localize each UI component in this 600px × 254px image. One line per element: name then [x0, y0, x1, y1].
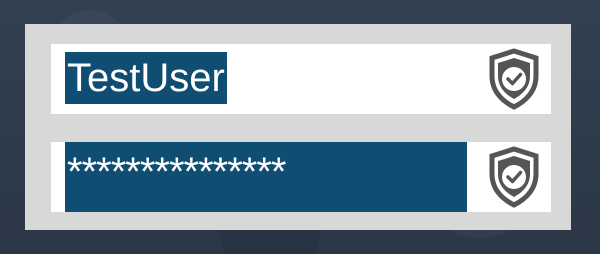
login-panel: TestUser *************** [25, 24, 571, 230]
password-field[interactable]: *************** [51, 142, 551, 212]
username-field[interactable]: TestUser [51, 44, 551, 114]
shield-check-icon [489, 146, 539, 208]
password-input-value[interactable]: *************** [65, 142, 467, 212]
username-input-value[interactable]: TestUser [65, 52, 227, 104]
shield-check-icon [489, 48, 539, 110]
